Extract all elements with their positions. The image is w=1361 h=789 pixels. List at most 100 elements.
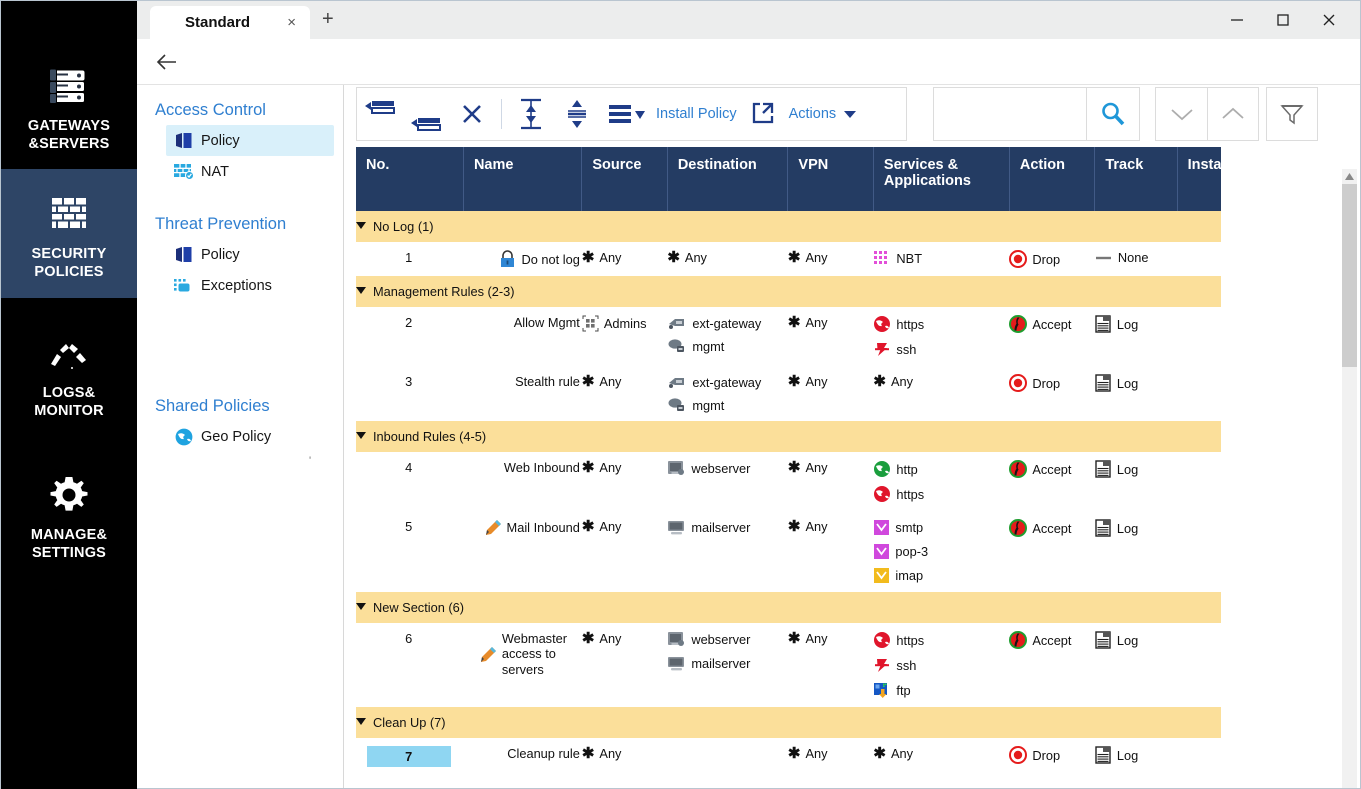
- table-cell[interactable]: http https: [873, 452, 1009, 511]
- table-row[interactable]: 6 Webmaster access to servers ✱ Any webserve…: [356, 623, 1221, 707]
- minimize-button[interactable]: [1214, 1, 1260, 39]
- table-cell[interactable]: ✱ Any: [788, 307, 874, 366]
- install-on-cell[interactable]: [1177, 366, 1221, 421]
- table-cell[interactable]: ✱ Any: [582, 242, 668, 276]
- table-cell[interactable]: None: [1095, 242, 1177, 276]
- table-cell[interactable]: Accept: [1009, 307, 1095, 366]
- table-cell[interactable]: Web Inbound: [463, 452, 581, 511]
- expand-vertical-icon[interactable]: [554, 91, 600, 137]
- sidebar-item-threat-prevention-policy[interactable]: Policy: [166, 239, 334, 270]
- section-header-cell[interactable]: No Log (1): [356, 211, 1221, 242]
- rule-number-cell[interactable]: 4: [356, 452, 463, 511]
- section-header-cell[interactable]: New Section (6): [356, 592, 1221, 623]
- new-tab-icon[interactable]: +: [322, 8, 334, 31]
- actions-export-icon[interactable]: [741, 91, 787, 137]
- add-rule-below-icon[interactable]: [403, 91, 449, 137]
- table-cell[interactable]: ✱ Any: [582, 738, 668, 775]
- table-cell[interactable]: ✱ Any: [873, 738, 1009, 775]
- layout-options-icon[interactable]: [600, 91, 654, 137]
- table-cell[interactable]: ✱ Any: [788, 623, 874, 707]
- install-on-cell[interactable]: [1177, 623, 1221, 707]
- sidebar-item-security-policies[interactable]: SECURITY POLICIES: [1, 169, 137, 298]
- install-on-cell[interactable]: [1177, 511, 1221, 592]
- delete-rule-icon[interactable]: [449, 91, 495, 137]
- table-cell[interactable]: NBT: [873, 242, 1009, 276]
- table-row[interactable]: 2 Allow Mgmt Admins ext-gateway mgmt ✱ Any http…: [356, 307, 1221, 366]
- table-cell[interactable]: webserver mailserver: [667, 623, 788, 707]
- table-cell[interactable]: Log: [1095, 623, 1177, 707]
- rule-number-cell[interactable]: 2: [356, 307, 463, 366]
- close-tab-icon[interactable]: ×: [287, 14, 296, 31]
- table-cell[interactable]: ✱ Any: [788, 511, 874, 592]
- col-name[interactable]: Name: [463, 147, 583, 211]
- table-cell[interactable]: ✱ Any: [667, 242, 788, 276]
- table-cell[interactable]: Drop: [1009, 366, 1095, 421]
- table-cell[interactable]: mailserver: [667, 511, 788, 592]
- maximize-button[interactable]: [1260, 1, 1306, 39]
- table-cell[interactable]: Accept: [1009, 452, 1095, 511]
- table-cell[interactable]: Cleanup rule: [463, 738, 581, 775]
- table-cell[interactable]: Log: [1095, 452, 1177, 511]
- table-cell[interactable]: Log: [1095, 307, 1177, 366]
- sidebar-item-gateways-servers[interactable]: GATEWAYS &SERVERS: [1, 1, 137, 169]
- col-track[interactable]: Track: [1094, 147, 1178, 211]
- table-cell[interactable]: ✱ Any: [788, 366, 874, 421]
- table-cell[interactable]: https ssh ftp: [873, 623, 1009, 707]
- vertical-scrollbar[interactable]: [1342, 169, 1357, 788]
- actions-button[interactable]: Actions: [789, 106, 837, 122]
- rule-number-cell[interactable]: 3: [356, 366, 463, 421]
- chevron-up-icon[interactable]: [1207, 88, 1258, 140]
- table-cell[interactable]: ✱ Any: [788, 738, 874, 775]
- table-cell[interactable]: Accept: [1009, 511, 1095, 592]
- table-row[interactable]: 3 Stealth rule ✱ Any ext-gateway mgmt ✱ Any ✱ Any…: [356, 366, 1221, 421]
- close-button[interactable]: [1306, 1, 1352, 39]
- table-cell[interactable]: Drop: [1009, 738, 1095, 775]
- table-cell[interactable]: smtp pop-3 imap: [873, 511, 1009, 592]
- chevron-down-icon[interactable]: [356, 603, 366, 610]
- table-cell[interactable]: ext-gateway mgmt: [667, 366, 788, 421]
- sidebar-item-exceptions[interactable]: Exceptions: [166, 270, 334, 301]
- table-cell[interactable]: Accept: [1009, 623, 1095, 707]
- table-cell[interactable]: https ssh: [873, 307, 1009, 366]
- table-cell[interactable]: ext-gateway mgmt: [667, 307, 788, 366]
- install-policy-button[interactable]: Install Policy: [656, 106, 737, 122]
- scrollbar-thumb[interactable]: [1342, 184, 1357, 367]
- chevron-down-icon[interactable]: [356, 432, 366, 439]
- section-header-row[interactable]: Inbound Rules (4-5): [356, 421, 1221, 452]
- table-cell[interactable]: Mail Inbound: [463, 511, 581, 592]
- section-header-cell[interactable]: Clean Up (7): [356, 707, 1221, 738]
- col-vpn[interactable]: VPN: [787, 147, 874, 211]
- col-no[interactable]: No.: [356, 147, 464, 211]
- sidebar-item-nat[interactable]: NAT: [166, 156, 334, 187]
- rule-number-cell[interactable]: 1: [356, 242, 463, 276]
- section-header-row[interactable]: Clean Up (7): [356, 707, 1221, 738]
- table-cell[interactable]: ✱ Any: [873, 366, 1009, 421]
- table-cell[interactable]: Do not log: [463, 242, 581, 276]
- chevron-down-icon[interactable]: [1156, 88, 1207, 140]
- chevron-down-icon[interactable]: [356, 287, 366, 294]
- table-row[interactable]: 7 Cleanup rule ✱ Any ✱ Any ✱ Any Drop Log: [356, 738, 1221, 775]
- collapse-vertical-icon[interactable]: [508, 91, 554, 137]
- table-row[interactable]: 1 Do not log ✱ Any ✱ Any ✱ Any NBT Drop None: [356, 242, 1221, 276]
- rule-number-cell[interactable]: 6: [356, 623, 463, 707]
- table-cell[interactable]: Webmaster access to servers: [463, 623, 581, 707]
- install-on-cell[interactable]: [1177, 242, 1221, 276]
- funnel-filter-icon[interactable]: [1266, 87, 1318, 141]
- scroll-up-arrow-icon[interactable]: [1342, 169, 1357, 184]
- rule-number-cell[interactable]: 7: [356, 738, 463, 775]
- sidebar-item-geo-policy[interactable]: Geo Policy: [166, 421, 334, 452]
- table-cell[interactable]: Admins: [582, 307, 668, 366]
- back-arrow-icon[interactable]: [153, 49, 181, 75]
- section-header-row[interactable]: No Log (1): [356, 211, 1221, 242]
- section-header-cell[interactable]: Inbound Rules (4-5): [356, 421, 1221, 452]
- table-cell[interactable]: ✱ Any: [582, 452, 668, 511]
- chevron-down-icon[interactable]: [844, 110, 857, 118]
- table-cell[interactable]: ✱ Any: [582, 623, 668, 707]
- col-install-on[interactable]: Insta: [1177, 147, 1221, 211]
- section-header-row[interactable]: New Section (6): [356, 592, 1221, 623]
- install-on-cell[interactable]: [1177, 307, 1221, 366]
- search-input[interactable]: [934, 89, 1086, 139]
- add-rule-above-icon[interactable]: [357, 91, 403, 137]
- col-destination[interactable]: Destination: [667, 147, 789, 211]
- col-source[interactable]: Source: [581, 147, 668, 211]
